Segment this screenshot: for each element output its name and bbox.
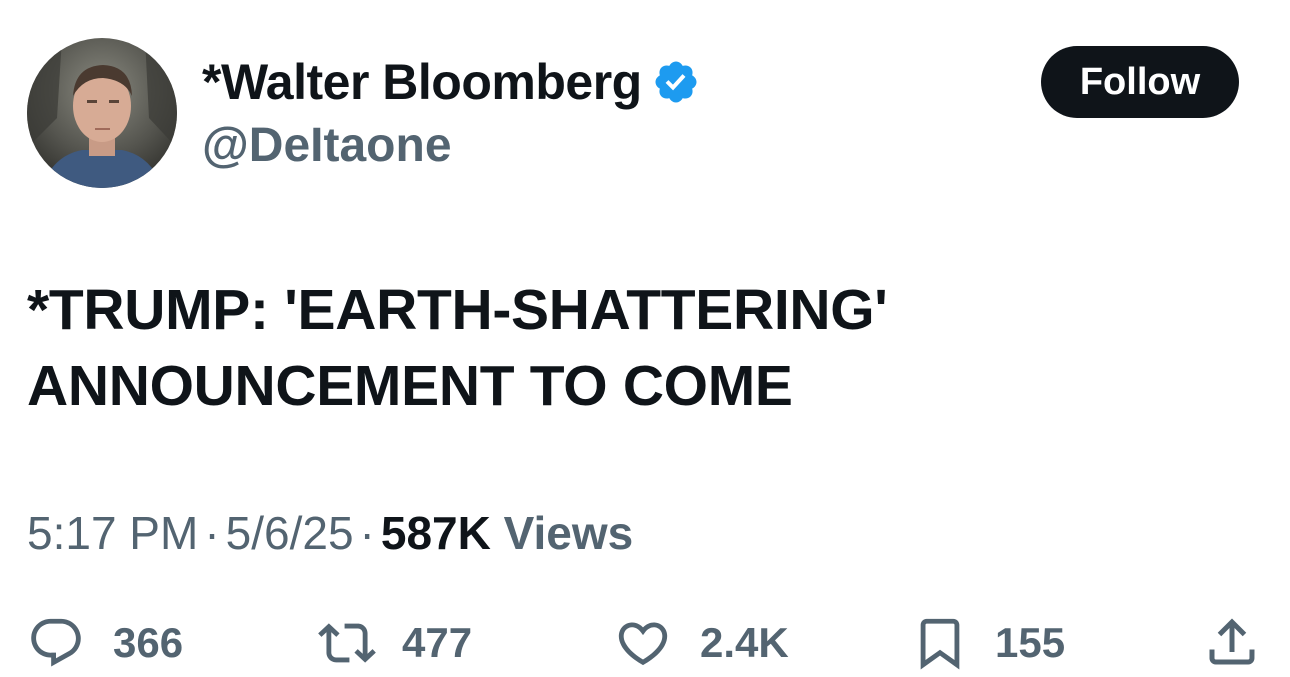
share-icon [1209,618,1255,665]
heart-icon [618,622,668,666]
tweet-text-line: ANNOUNCEMENT TO COME [27,354,793,418]
tweet-time[interactable]: 5:17 PM [27,507,198,559]
views-label: Views [503,507,634,559]
verified-badge-icon[interactable] [652,58,700,106]
tweet-text-line: *TRUMP: 'EARTH-SHATTERING' [27,278,888,342]
meta-separator: · [204,507,220,559]
share-button[interactable] [1202,612,1262,672]
bookmark-icon [920,618,960,670]
bookmark-count: 155 [995,619,1066,666]
repost-button[interactable]: 477 [318,612,472,674]
tweet-date[interactable]: 5/6/25 [226,507,354,559]
avatar[interactable] [27,38,177,188]
author-display-name[interactable]: *Walter Bloomberg [202,52,642,112]
profile-photo-icon [27,38,177,188]
meta-separator: · [359,507,375,559]
reply-count: 366 [113,619,184,666]
like-button[interactable]: 2.4K [614,612,789,674]
views-count: 587K [380,507,491,559]
author-name-row[interactable]: *Walter Bloomberg [202,52,700,112]
author-handle[interactable]: @DeItaone [202,118,452,174]
repost-count: 477 [402,619,473,666]
reply-icon [31,618,81,667]
tweet-text: *TRUMP: 'EARTH-SHATTERING' ANNOUNCEMENT … [27,272,1257,424]
repost-icon [318,623,376,663]
reply-button[interactable]: 366 [27,612,183,674]
tweet-meta: 5:17 PM · 5/6/25 · 587K Views [27,505,633,561]
bookmark-button[interactable]: 155 [911,612,1065,674]
follow-button[interactable]: Follow [1041,46,1239,118]
like-count: 2.4K [700,619,789,666]
